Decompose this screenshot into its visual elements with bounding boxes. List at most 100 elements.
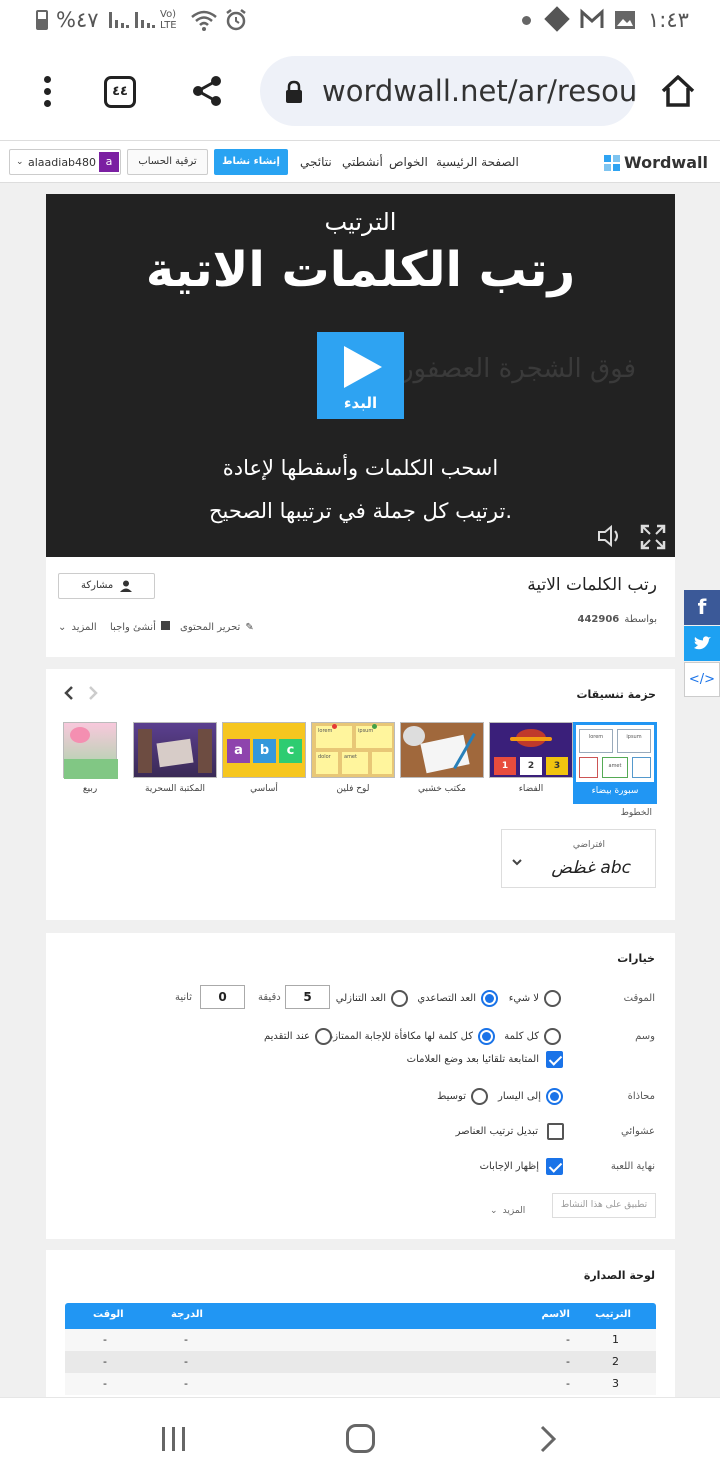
- edit-content-link[interactable]: تحرير المحتوى ✎: [180, 615, 254, 634]
- show-answers-checkbox[interactable]: [546, 1158, 563, 1175]
- more-menu[interactable]: ⌄ المزيد: [58, 615, 97, 634]
- theme-label: لوح فلين: [336, 784, 370, 794]
- time-cell: -: [103, 1355, 107, 1368]
- theme-label: الفضاء: [518, 784, 544, 794]
- url-text: wordwall.net/ar/resou: [322, 74, 636, 108]
- theme-whiteboard[interactable]: lorem ipsum amet سبورة بيضاء: [573, 722, 657, 804]
- shuffle-label: تبديل ترتيب العناصر: [455, 1126, 538, 1137]
- leaderboard-header: الترتيب الاسم الدرجة الوقت: [65, 1303, 656, 1329]
- rank-cell: 1: [612, 1333, 619, 1346]
- timer-none-radio[interactable]: [544, 990, 561, 1007]
- theme-wooden-desk[interactable]: مكتب خشبي: [400, 722, 484, 832]
- chevron-right-icon[interactable]: [87, 685, 99, 705]
- column-rank: الترتيب: [595, 1309, 631, 1320]
- theme-spring[interactable]: ربيع: [63, 722, 118, 832]
- fullscreen-icon[interactable]: [640, 524, 666, 554]
- upgrade-button[interactable]: ترقية الحساب: [127, 149, 208, 175]
- recent-apps-icon[interactable]: [160, 1426, 188, 1456]
- nav-home[interactable]: الصفحة الرئيسية: [436, 155, 519, 169]
- timer-count-up-radio[interactable]: [481, 990, 498, 1007]
- tab-switcher-button[interactable]: ٤٤: [104, 76, 136, 108]
- system-nav-bar: [0, 1397, 720, 1480]
- twitter-icon[interactable]: [684, 626, 720, 661]
- image-icon: [614, 10, 636, 34]
- thumb-number: 1: [494, 757, 516, 775]
- column-score: الدرجة: [171, 1309, 203, 1320]
- thumb-number: 2: [520, 757, 542, 775]
- theme-magic-library[interactable]: المكتبة السحرية: [133, 722, 217, 832]
- theme-spring-thumb: [63, 722, 118, 779]
- account-dropdown[interactable]: ⌄ alaadiab480 a: [9, 149, 121, 175]
- auto-continue-checkbox[interactable]: [546, 1051, 563, 1068]
- nav-my-activities[interactable]: أنشطتي: [342, 155, 383, 169]
- score-cell: -: [184, 1333, 188, 1346]
- theme-corkboard[interactable]: lorem ipsum dolor amet لوح فلين: [311, 722, 395, 832]
- activity-player[interactable]: الترتيب رتب الكلمات الاتية فوق الشجرة ال…: [46, 194, 675, 557]
- end-of-game-label: نهاية اللعبة: [610, 1161, 655, 1172]
- facebook-icon[interactable]: f: [684, 590, 720, 625]
- minutes-input[interactable]: 5: [285, 985, 330, 1009]
- author-id[interactable]: 442906: [577, 614, 619, 625]
- share-icon[interactable]: [190, 74, 224, 112]
- show-answers-label: إظهار الإجابات: [479, 1161, 539, 1172]
- shuffle-checkbox[interactable]: [547, 1123, 564, 1140]
- seconds-input[interactable]: 0: [200, 985, 245, 1009]
- theme-space[interactable]: 1 2 3 الفضاء: [489, 722, 573, 832]
- timer-label: الموقت: [623, 993, 655, 1004]
- thumb-cell: [579, 757, 598, 778]
- make-homework-link[interactable]: أنشئ واجبا: [110, 615, 170, 634]
- time-cell: -: [103, 1333, 107, 1346]
- rank-cell: 3: [612, 1377, 619, 1390]
- mark-on-submit-radio[interactable]: [315, 1028, 332, 1045]
- start-button[interactable]: البدء: [317, 332, 404, 419]
- kebab-menu-icon[interactable]: [38, 74, 58, 110]
- theme-wooden-desk-thumb: [400, 722, 484, 778]
- apply-button[interactable]: تطبيق على هذا النشاط: [552, 1193, 656, 1218]
- column-time: الوقت: [93, 1309, 124, 1320]
- align-center-label: توسيط: [437, 1091, 466, 1102]
- align-center-radio[interactable]: [471, 1088, 488, 1105]
- theme-card: حزمة تنسيقات lorem ipsum amet سبورة بيضا…: [46, 669, 675, 920]
- user-add-icon: [120, 580, 132, 592]
- theme-space-thumb: 1 2 3: [489, 722, 573, 778]
- play-icon: [344, 346, 382, 388]
- browser-toolbar: ٤٤ wordwall.net/ar/resou: [0, 40, 720, 140]
- mark-bonus-radio[interactable]: [478, 1028, 495, 1045]
- embed-icon[interactable]: </>: [684, 662, 720, 697]
- timer-none-label: لا شيء: [508, 993, 539, 1004]
- options-more[interactable]: ⌄ المزيد: [490, 1198, 525, 1217]
- theme-basic-thumb: a b c: [222, 722, 306, 778]
- mark-each-word-label: كل كلمة: [504, 1031, 539, 1042]
- thumb-note: dolor: [316, 752, 338, 774]
- author-line: 442906 بواسطة: [577, 607, 657, 626]
- table-row: 2 - - -: [65, 1351, 656, 1373]
- leaderboard-title: لوحة الصدارة: [583, 1269, 655, 1282]
- theme-label: سبورة بيضاء: [591, 786, 639, 796]
- signal-icon-2: [134, 10, 156, 30]
- volume-icon[interactable]: [597, 524, 625, 552]
- theme-magic-library-thumb: [133, 722, 217, 778]
- address-bar[interactable]: wordwall.net/ar/resou: [260, 56, 636, 126]
- nav-features[interactable]: الخواص: [389, 155, 428, 169]
- share-button[interactable]: مشاركة: [58, 573, 155, 599]
- home-button-icon[interactable]: [346, 1424, 375, 1453]
- theme-basic[interactable]: a b c أساسي: [222, 722, 306, 832]
- back-icon[interactable]: [538, 1425, 558, 1457]
- start-label: البدء: [343, 394, 378, 412]
- nav-my-results[interactable]: نتائجي: [300, 155, 332, 169]
- pencil-icon: ✎: [245, 622, 254, 633]
- home-icon[interactable]: [660, 74, 696, 112]
- create-activity-button[interactable]: إنشاء نشاط: [214, 149, 288, 175]
- timer-count-down-radio[interactable]: [391, 990, 408, 1007]
- mark-each-word-radio[interactable]: [544, 1028, 561, 1045]
- theme-section-title: حزمة تنسيقات: [576, 688, 657, 701]
- align-left-radio[interactable]: [546, 1088, 563, 1105]
- random-label: عشوائي: [621, 1126, 655, 1137]
- font-default-label: افتراضي: [572, 840, 605, 850]
- chevron-left-icon[interactable]: [63, 685, 75, 705]
- auto-continue-label: المتابعة تلقائيا بعد وضع العلامات: [406, 1054, 539, 1065]
- template-name: الترتيب: [324, 208, 397, 236]
- font-selector[interactable]: افتراضي غظض abc: [501, 829, 656, 888]
- mark-label: وسم: [635, 1031, 655, 1042]
- thumb-cell: ipsum: [617, 729, 651, 753]
